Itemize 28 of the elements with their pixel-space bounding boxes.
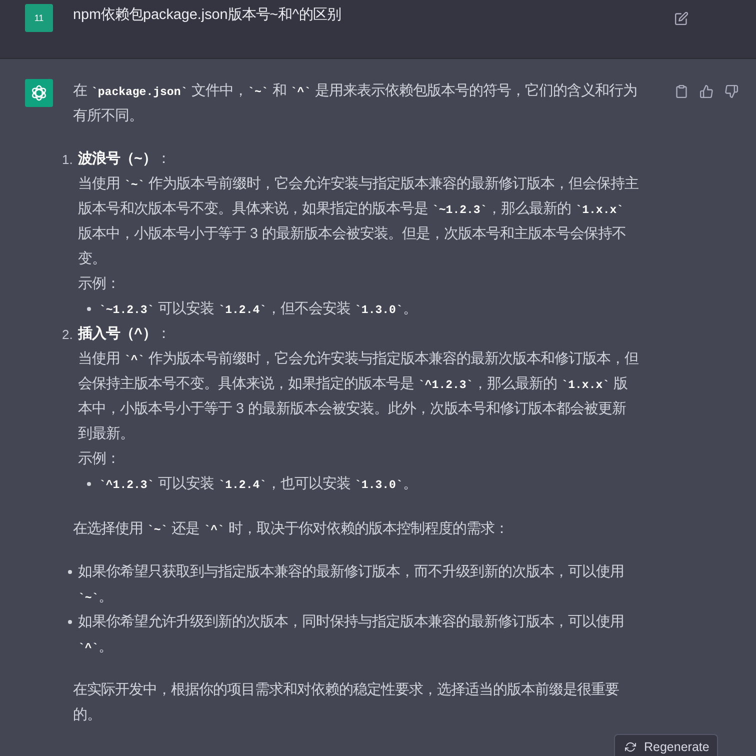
bullet-icon <box>68 570 72 574</box>
refresh-icon <box>625 742 636 752</box>
edit-icon[interactable] <box>675 12 688 25</box>
bullet-icon <box>87 307 91 311</box>
bullet-text: 如果你希望允许升级到新的次版本，同时保持与指定版本兼容的最新修订版本，可以使用 `^`。 <box>78 612 625 657</box>
copy-icon[interactable] <box>675 85 688 98</box>
list-item-title: 波浪号（~）： <box>78 149 172 169</box>
example-label: 示例： <box>78 450 121 469</box>
list-item-title: 插入号（^）： <box>78 324 172 344</box>
list-item-description: 当使用 `~` 作为版本号前缀时，它会允许安装与指定版本兼容的最新修订版本，但会保持主版本号和次版本号不变。具体来说，如果指定的版本号是 `~1.2.3`，那么最新的 `1.x.x` 版本中，小版本号小于等于 3 的最新版本会被安装。但是，次版本号和主版本号会保持不变。 <box>78 174 639 269</box>
example-text: `~1.2.3` 可以安装 `1.2.4`，但不会安装 `1.3.0`。 <box>99 300 417 319</box>
avatar-logo-icon <box>25 79 53 107</box>
example-label: 示例： <box>78 275 121 294</box>
user-message-text: npm依赖包package.json版本号~和^的区别 <box>73 6 342 25</box>
user-avatar: 11 <box>25 4 53 32</box>
list-number: 1. <box>62 151 74 169</box>
bullet-icon <box>87 482 91 486</box>
list-item-description: 当使用 `^` 作为版本号前缀时，它会允许安装与指定版本兼容的最新次版本和修订版本，但会保持主版本号不变。具体来说，如果指定的版本号是 `^1.2.3`，那么最新的 `1.x.x` 版本中，小版本号小于等于 3 的最新版本会被安装。此外，次版本号和修订版本都会被更新到最新。 <box>78 350 639 444</box>
intro-paragraph: 在 `package.json` 文件中，`~` 和 `^` 是用来表示依赖包版本号的符号，它们的含义和行为有所不同。 <box>73 82 638 126</box>
bullet-text: 如果你希望只获取到与指定版本兼容的最新修订版本，而不升级到新的次版本，可以使用 `~`。 <box>78 562 625 607</box>
bullet-icon <box>68 620 72 624</box>
regenerate-button[interactable]: Regenerate <box>614 734 718 756</box>
thumbs-down-icon[interactable] <box>725 85 738 98</box>
thumbs-up-icon[interactable] <box>700 85 713 98</box>
choice-paragraph: 在选择使用 `~` 还是 `^` 时，取决于你对依赖的版本控制程度的需求： <box>73 520 510 539</box>
conclusion-paragraph: 在实际开发中，根据你的项目需求和对依赖的稳定性要求，选择适当的版本前缀是很重要的。 <box>73 680 620 725</box>
example-text: `^1.2.3` 可以安装 `1.2.4`，也可以安装 `1.3.0`。 <box>99 474 417 494</box>
list-number: 2. <box>62 326 74 344</box>
